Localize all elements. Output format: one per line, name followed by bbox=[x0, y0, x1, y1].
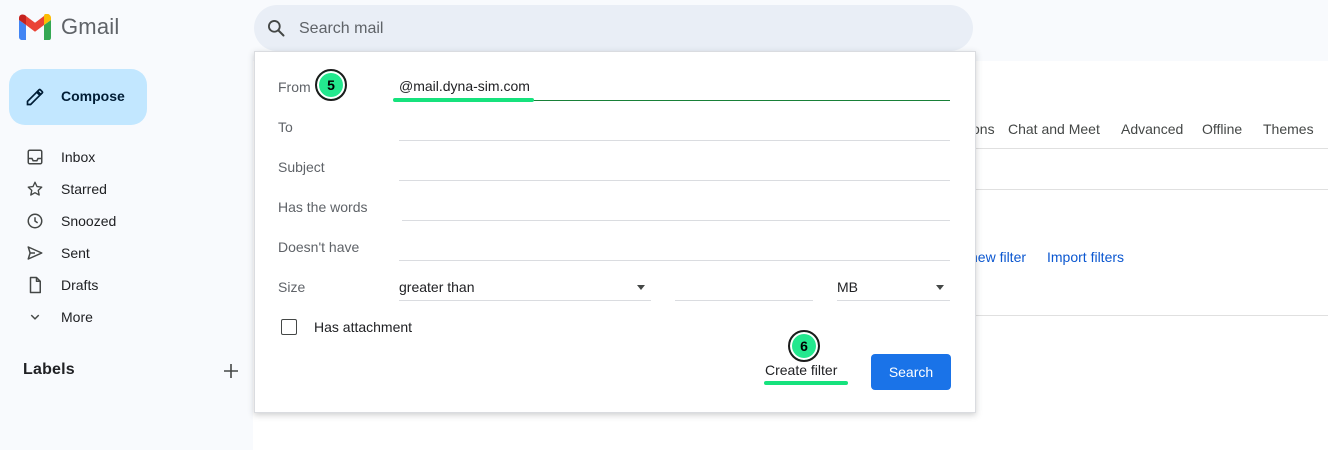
size-row: Size greater than MB bbox=[255, 272, 975, 302]
dropdown-caret-icon bbox=[637, 285, 645, 290]
create-new-filter-link[interactable]: new filter bbox=[970, 249, 1026, 265]
inbox-icon bbox=[27, 149, 43, 165]
create-filter-highlight-underline bbox=[764, 381, 848, 385]
labels-heading: Labels bbox=[23, 361, 75, 378]
pencil-icon bbox=[26, 88, 44, 106]
size-unit-select[interactable]: MB bbox=[837, 272, 950, 301]
sidebar-item-more[interactable]: More bbox=[0, 301, 253, 333]
import-filters-link[interactable]: Import filters bbox=[1047, 249, 1124, 265]
settings-tabs: ons Chat and Meet Advanced Offline Theme… bbox=[972, 121, 1328, 149]
size-label: Size bbox=[278, 279, 306, 295]
from-row: From bbox=[255, 72, 975, 102]
size-operator-value: greater than bbox=[399, 279, 475, 295]
to-field[interactable] bbox=[399, 112, 950, 141]
create-filter-button[interactable]: Create filter bbox=[765, 362, 837, 378]
search-bar[interactable] bbox=[254, 5, 973, 53]
dropdown-caret-icon bbox=[936, 285, 944, 290]
tab-chat-and-meet[interactable]: Chat and Meet bbox=[1008, 121, 1100, 137]
doesnt-have-row: Doesn't have bbox=[255, 232, 975, 262]
doesnt-have-label: Doesn't have bbox=[278, 239, 360, 255]
divider bbox=[974, 315, 1328, 316]
divider bbox=[974, 189, 1328, 190]
size-operator-select[interactable]: greater than bbox=[399, 272, 651, 301]
subject-label: Subject bbox=[278, 159, 325, 175]
doesnt-have-field[interactable] bbox=[399, 232, 950, 261]
draft-icon bbox=[29, 276, 41, 294]
has-words-field[interactable] bbox=[402, 192, 950, 221]
has-attachment-checkbox[interactable] bbox=[281, 319, 297, 335]
from-highlight-underline bbox=[393, 98, 534, 102]
tab-advanced[interactable]: Advanced bbox=[1121, 121, 1183, 137]
sidebar-item-label: Snoozed bbox=[61, 213, 117, 229]
sidebar-item-inbox[interactable]: Inbox bbox=[0, 141, 253, 173]
from-field[interactable] bbox=[399, 72, 950, 101]
app-name: Gmail bbox=[61, 14, 120, 39]
subject-row: Subject bbox=[255, 152, 975, 182]
to-row: To bbox=[255, 112, 975, 142]
star-icon bbox=[27, 181, 43, 196]
tab-offline[interactable]: Offline bbox=[1202, 121, 1242, 137]
sidebar-item-starred[interactable]: Starred bbox=[0, 173, 253, 205]
sidebar-item-snoozed[interactable]: Snoozed bbox=[0, 205, 253, 237]
has-words-row: Has the words bbox=[255, 192, 975, 222]
has-words-label: Has the words bbox=[278, 199, 368, 215]
add-label-icon[interactable] bbox=[221, 361, 241, 381]
size-unit-value: MB bbox=[837, 279, 858, 295]
has-attachment-label: Has attachment bbox=[314, 319, 413, 335]
clock-icon bbox=[27, 213, 43, 229]
sidebar-nav: Inbox Starred Snoozed Sent Drafts More bbox=[0, 141, 253, 333]
divider bbox=[974, 148, 1328, 149]
search-input[interactable] bbox=[297, 5, 941, 53]
step-badge-6: 6 bbox=[788, 330, 820, 362]
sidebar-item-label: Drafts bbox=[61, 277, 99, 293]
search-button[interactable]: Search bbox=[871, 354, 951, 390]
sidebar-item-drafts[interactable]: Drafts bbox=[0, 269, 253, 301]
sidebar-item-label: Inbox bbox=[61, 149, 96, 165]
gmail-m-icon bbox=[19, 14, 51, 40]
sidebar-item-label: More bbox=[61, 309, 93, 325]
sidebar-item-label: Starred bbox=[61, 181, 107, 197]
subject-field[interactable] bbox=[399, 152, 950, 181]
chevron-down-icon bbox=[30, 314, 40, 320]
compose-button[interactable]: Compose bbox=[9, 69, 147, 125]
tab-themes[interactable]: Themes bbox=[1263, 121, 1314, 137]
gmail-logo[interactable]: Gmail bbox=[19, 14, 119, 40]
advanced-search-panel: From To Subject Has the words Doesn't ha… bbox=[254, 51, 976, 413]
to-label: To bbox=[278, 119, 293, 135]
search-icon[interactable] bbox=[266, 18, 286, 38]
step-badge-5: 5 bbox=[315, 69, 347, 101]
compose-label: Compose bbox=[61, 88, 125, 104]
sidebar-item-sent[interactable]: Sent bbox=[0, 237, 253, 269]
sidebar-item-label: Sent bbox=[61, 245, 90, 261]
send-icon bbox=[27, 246, 43, 260]
from-label: From bbox=[278, 79, 311, 95]
size-value-field[interactable] bbox=[675, 272, 813, 301]
